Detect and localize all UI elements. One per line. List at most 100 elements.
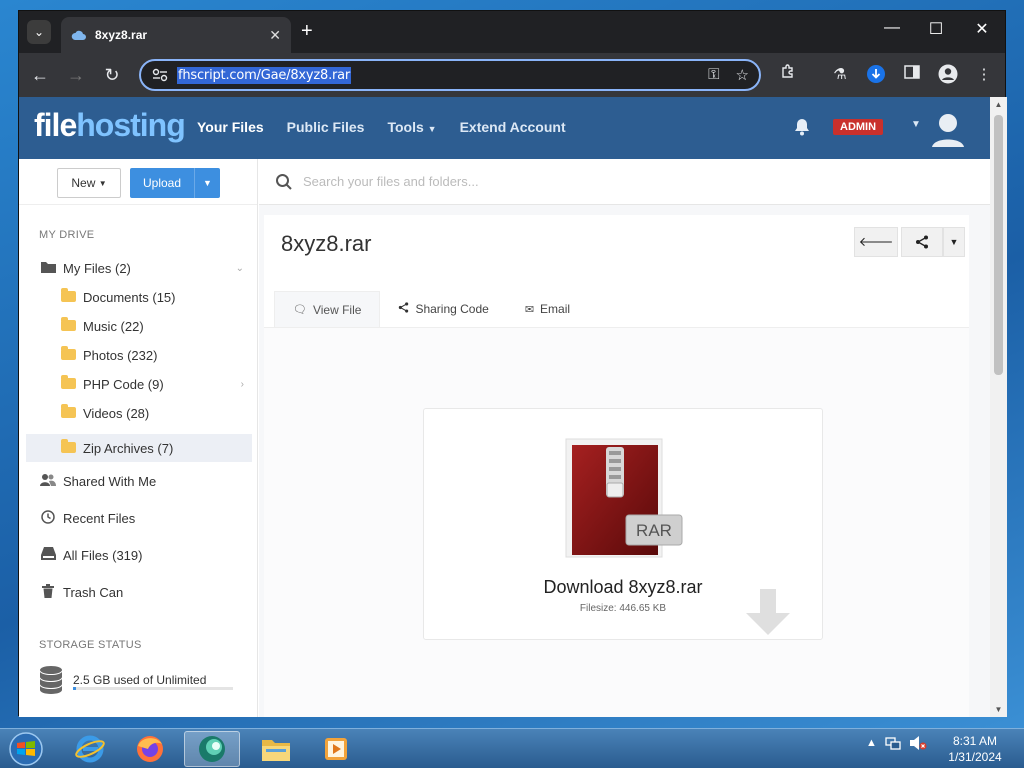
- labs-flask-icon[interactable]: ⚗: [829, 64, 851, 86]
- scroll-down-icon[interactable]: ▼: [990, 705, 1007, 714]
- taskbar-firefox[interactable]: [122, 731, 178, 767]
- side-panel-icon[interactable]: [901, 64, 923, 86]
- taskbar-clock[interactable]: 8:31 AM 1/31/2024: [940, 733, 1010, 765]
- nav-your-files[interactable]: Your Files: [197, 119, 264, 135]
- trash-icon: [39, 583, 57, 601]
- system-tray: ▲: [866, 735, 927, 751]
- sidebar-item-my-files[interactable]: My Files (2) ⌄: [19, 254, 258, 282]
- my-drive-heading: MY DRIVE: [39, 229, 95, 241]
- show-hidden-icons-icon[interactable]: ▲: [866, 737, 877, 749]
- forward-icon[interactable]: →: [65, 64, 87, 86]
- tab-sharing-code[interactable]: Sharing Code: [380, 291, 506, 327]
- browser-tab[interactable]: 8xyz8.rar ✕: [61, 17, 291, 53]
- nav-public-files[interactable]: Public Files: [287, 119, 365, 135]
- scroll-up-icon[interactable]: ▲: [990, 100, 1007, 109]
- storage-status-heading: STORAGE STATUS: [39, 639, 142, 651]
- sidebar: New ▼ Upload ▼ MY DRIVE My Files (2) ⌄ D…: [19, 159, 258, 717]
- browser-app-icon: [199, 736, 225, 762]
- firefox-icon: [137, 736, 163, 762]
- network-icon[interactable]: [885, 735, 901, 751]
- tab-title: 8xyz8.rar: [95, 28, 148, 42]
- share-button[interactable]: [901, 227, 943, 257]
- cloud-icon: [71, 30, 86, 40]
- download-icon[interactable]: [865, 64, 887, 86]
- download-box[interactable]: RAR Download 8xyz8.rar Filesize: 446.65 …: [423, 408, 823, 640]
- storage-status: 2.5 GB used of Unlimited: [39, 665, 206, 695]
- taskbar-media-player[interactable]: [308, 731, 364, 767]
- tab-close-icon[interactable]: ✕: [269, 27, 281, 44]
- storage-progress-fill: [73, 687, 77, 690]
- storage-progress-bar: [73, 687, 233, 690]
- account-dropdown-caret-icon[interactable]: ▼: [911, 119, 921, 130]
- database-icon: [40, 666, 62, 694]
- main-content: Search your files and folders... 8xyz8.r…: [259, 159, 990, 717]
- menu-dots-icon[interactable]: ⋮: [973, 64, 995, 86]
- new-button[interactable]: New ▼: [57, 168, 121, 198]
- folder-icon: [59, 287, 77, 305]
- window-close-icon[interactable]: ✕: [967, 19, 997, 39]
- sidebar-item-recent[interactable]: Recent Files: [19, 504, 258, 532]
- nav-extend-account[interactable]: Extend Account: [460, 119, 566, 135]
- file-tabs: 🗨 View File Sharing Code ✉ Email: [274, 291, 588, 327]
- users-icon: [39, 473, 57, 489]
- nav-tools[interactable]: Tools ▼: [387, 119, 436, 135]
- site-logo[interactable]: filehosting: [34, 107, 186, 144]
- taskbar: ▲ 8:31 AM 1/31/2024: [0, 728, 1024, 768]
- back-button[interactable]: 🡐: [854, 227, 898, 257]
- taskbar-internet-explorer[interactable]: [62, 731, 118, 767]
- comment-icon: 🗨: [293, 304, 307, 316]
- address-bar[interactable]: fhscript.com/Gae/8xyz8.rar ⚿ ☆: [139, 59, 761, 91]
- profile-icon[interactable]: [937, 64, 959, 86]
- storage-text: 2.5 GB used of Unlimited: [73, 673, 207, 687]
- chevron-down-icon[interactable]: ⌄: [236, 263, 244, 274]
- sidebar-item-videos[interactable]: Videos (28): [19, 399, 258, 427]
- url-text[interactable]: fhscript.com/Gae/8xyz8.rar: [177, 66, 352, 84]
- search-bar[interactable]: Search your files and folders...: [259, 159, 990, 205]
- page-scrollbar[interactable]: ▲ ▼: [990, 97, 1007, 717]
- rar-archive-icon[interactable]: RAR: [564, 437, 684, 561]
- share-icon: [916, 235, 928, 249]
- notification-bell-icon[interactable]: [792, 117, 812, 137]
- tab-search-icon[interactable]: ⌄: [27, 20, 51, 44]
- taskbar-file-explorer[interactable]: [248, 731, 304, 767]
- browser-toolbar: ← → ↻ fhscript.com/Gae/8xyz8.rar ⚿ ☆ ⚗ ⋮: [19, 53, 1005, 97]
- sidebar-item-music[interactable]: Music (22): [19, 312, 258, 340]
- volume-muted-icon[interactable]: [909, 735, 927, 751]
- bookmark-star-icon[interactable]: ☆: [736, 66, 749, 84]
- maximize-icon[interactable]: ☐: [921, 19, 951, 39]
- search-input[interactable]: Search your files and folders...: [303, 174, 479, 189]
- start-button-icon[interactable]: [6, 731, 46, 767]
- tab-view-file[interactable]: 🗨 View File: [274, 291, 381, 327]
- tab-bar: ⌄ 8xyz8.rar ✕ + — ☐ ✕: [19, 11, 1005, 53]
- sidebar-item-zip-archives[interactable]: Zip Archives (7): [26, 434, 252, 462]
- scroll-thumb[interactable]: [994, 115, 1003, 375]
- folder-icon: [59, 438, 77, 456]
- folder-icon: [59, 316, 77, 334]
- minimize-icon[interactable]: —: [877, 19, 907, 37]
- folder-icon: [59, 403, 77, 421]
- new-tab-icon[interactable]: +: [301, 21, 313, 41]
- tab-email[interactable]: ✉ Email: [507, 291, 588, 327]
- upload-button[interactable]: Upload ▼: [130, 168, 220, 198]
- sidebar-item-trash[interactable]: Trash Can: [19, 578, 258, 606]
- sidebar-item-shared[interactable]: Shared With Me: [19, 467, 258, 495]
- site-settings-icon[interactable]: [149, 64, 171, 86]
- taskbar-browser-active[interactable]: [184, 731, 240, 767]
- back-icon[interactable]: ←: [29, 64, 51, 86]
- sidebar-item-documents[interactable]: Documents (15): [19, 283, 258, 311]
- share-dropdown-caret-icon[interactable]: ▼: [943, 227, 965, 257]
- sidebar-item-php-code[interactable]: PHP Code (9) ›: [19, 370, 258, 398]
- site-nav: Your Files Public Files Tools ▼ Extend A…: [197, 119, 566, 135]
- arrow-left-icon: 🡐: [858, 234, 894, 249]
- user-avatar-icon[interactable]: [931, 111, 965, 147]
- sidebar-item-photos[interactable]: Photos (232): [19, 341, 258, 369]
- clock-icon: [39, 509, 57, 527]
- key-icon[interactable]: ⚿: [708, 66, 719, 84]
- file-card: 8xyz8.rar 🡐 ▼ 🗨 View File Sharing Code ✉ E…: [264, 215, 969, 717]
- svg-text:RAR: RAR: [636, 521, 672, 540]
- chevron-right-icon[interactable]: ›: [241, 379, 244, 390]
- extensions-icon[interactable]: [777, 64, 799, 86]
- sidebar-item-all-files[interactable]: All Files (319): [19, 541, 258, 569]
- upload-dropdown-caret-icon[interactable]: ▼: [194, 168, 220, 198]
- reload-icon[interactable]: ↻: [101, 64, 123, 86]
